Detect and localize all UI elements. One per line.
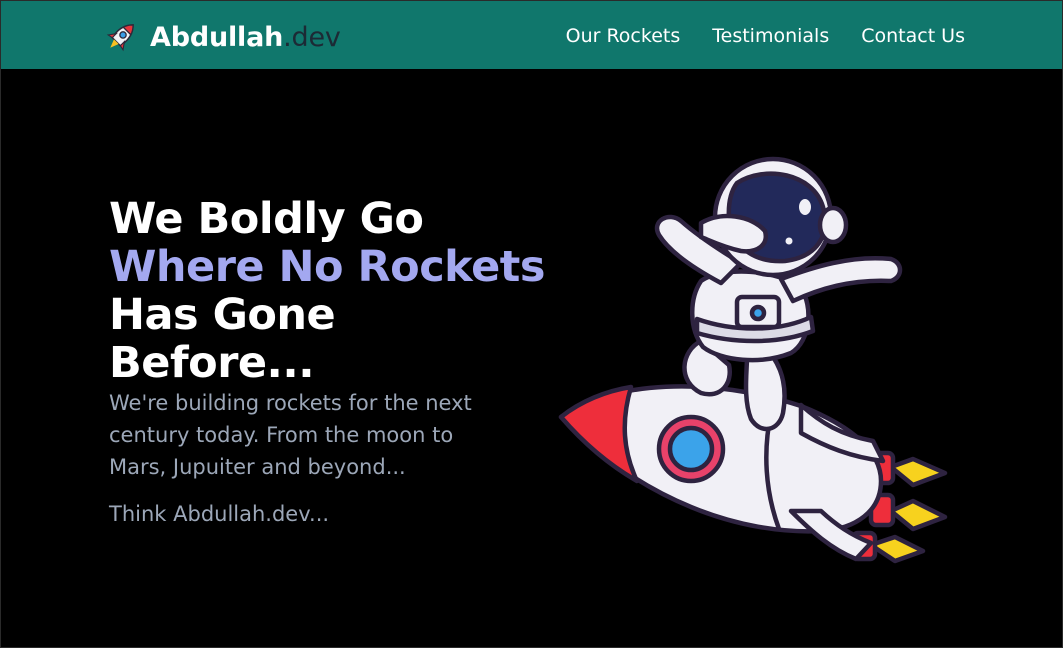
hero-subtext: We're building rockets for the next cent… — [109, 391, 472, 479]
headline-accent: Where No Rockets — [109, 242, 545, 292]
hero-section: We Boldly Go Where No Rockets Has Gone Be… — [109, 195, 549, 530]
nav-link-our-rockets[interactable]: Our Rockets — [566, 23, 681, 49]
rocket-icon — [106, 24, 134, 52]
navbar: Abdullah.dev Our Rockets Testimonials Co… — [1, 1, 1062, 69]
brand-logo-link[interactable]: Abdullah.dev — [102, 17, 341, 57]
hero-tagline: Think Abdullah.dev... — [109, 502, 330, 526]
astronaut-rocket-illustration — [558, 156, 948, 564]
brand-name-main: Abdullah — [150, 21, 284, 53]
brand-name: Abdullah.dev — [150, 22, 341, 53]
nav-link-testimonials[interactable]: Testimonials — [712, 23, 829, 49]
headline-part-1: We Boldly Go — [109, 194, 424, 244]
nav-links: Our Rockets Testimonials Contact Us — [566, 23, 965, 49]
brand-name-suffix: .dev — [283, 21, 341, 53]
headline-part-2: Has Gone Before... — [109, 290, 336, 388]
page: Abdullah.dev Our Rockets Testimonials Co… — [0, 0, 1063, 648]
hero-headline: We Boldly Go Where No Rockets Has Gone Be… — [109, 195, 549, 387]
nav-link-contact-us[interactable]: Contact Us — [861, 23, 965, 49]
